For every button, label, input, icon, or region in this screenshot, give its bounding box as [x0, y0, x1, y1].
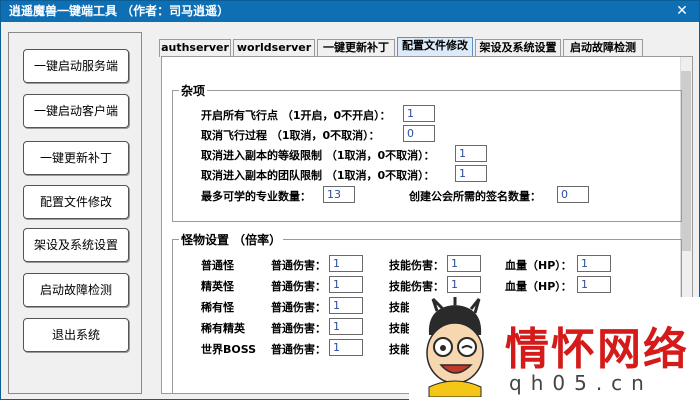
title-bar: 逍遥魔兽一键端工具 （作者：司马逍遥） ✕ — [1, 1, 699, 22]
monster-name: 世界BOSS — [201, 343, 257, 356]
profession-count-input[interactable]: 13 — [323, 186, 355, 203]
misc-group: 杂项 开启所有飞行点 （1开启，0不开启）： 1 取消飞行过程 （1取消，0不取… — [172, 82, 682, 222]
scrollbar-thumb[interactable] — [681, 71, 691, 251]
normal-damage-input[interactable]: 1 — [329, 339, 363, 356]
watermark-logo: 情怀网络 qh05.cn — [409, 297, 700, 401]
guild-signatures-label: 创建公会所需的签名数量： — [409, 190, 541, 203]
normal-damage-label: 普通伤害： — [271, 343, 326, 356]
watermark-url: qh05.cn — [509, 371, 653, 395]
dungeon-level-input[interactable]: 1 — [455, 145, 487, 162]
misc-label-flight-points: 开启所有飞行点 （1开启，0不开启）： — [201, 109, 391, 122]
hp-input[interactable]: 1 — [577, 255, 611, 272]
fault-detect-button[interactable]: 启动故障检测 — [23, 273, 129, 307]
monster-name: 普通怪 — [201, 259, 234, 272]
tab-fault-detect[interactable]: 启动故障检测 — [563, 39, 643, 57]
tab-setup-settings[interactable]: 架设及系统设置 — [475, 39, 561, 57]
normal-damage-input[interactable]: 1 — [329, 276, 363, 293]
tab-authserver[interactable]: authserver — [159, 39, 231, 57]
misc-group-title: 杂项 — [179, 82, 208, 99]
skip-flight-input[interactable]: 0 — [403, 125, 435, 142]
config-edit-button[interactable]: 配置文件修改 — [23, 185, 129, 219]
mascot-face-icon — [426, 297, 484, 397]
hp-label: 血量（HP）： — [505, 259, 572, 272]
normal-damage-input[interactable]: 1 — [329, 297, 363, 314]
exit-button[interactable]: 退出系统 — [23, 318, 129, 352]
skill-damage-input[interactable]: 1 — [447, 276, 481, 293]
skill-damage-label: 技能伤害： — [389, 259, 444, 272]
misc-label-dungeon-level: 取消进入副本的等级限制 （1取消，0不取消）： — [201, 149, 435, 162]
normal-damage-label: 普通伤害： — [271, 259, 326, 272]
update-patch-button[interactable]: 一键更新补丁 — [23, 141, 129, 175]
misc-label-skip-flight: 取消飞行过程 （1取消，0不取消）： — [201, 129, 380, 142]
hp-label: 血量（HP）： — [505, 280, 572, 293]
hp-input[interactable]: 1 — [577, 276, 611, 293]
misc-label-dungeon-raid: 取消进入副本的团队限制 （1取消，0不取消）： — [201, 169, 435, 182]
window-title: 逍遥魔兽一键端工具 （作者：司马逍遥） — [9, 4, 230, 18]
tab-update-patch[interactable]: 一键更新补丁 — [317, 39, 395, 57]
app-window: 逍遥魔兽一键端工具 （作者：司马逍遥） ✕ 一键启动服务端 一键启动客户端 一键… — [0, 0, 700, 401]
normal-damage-label: 普通伤害： — [271, 322, 326, 335]
close-icon[interactable]: ✕ — [665, 1, 699, 22]
flight-points-input[interactable]: 1 — [403, 105, 435, 122]
skill-damage-label: 技能伤害： — [389, 280, 444, 293]
monster-name: 精英怪 — [201, 280, 234, 293]
start-server-button[interactable]: 一键启动服务端 — [23, 49, 129, 83]
normal-damage-label: 普通伤害： — [271, 301, 326, 314]
monster-name: 稀有精英 — [201, 322, 245, 335]
profession-count-label: 最多可学的专业数量： — [201, 190, 311, 203]
monster-group-title: 怪物设置 （倍率） — [179, 231, 284, 248]
normal-damage-input[interactable]: 1 — [329, 255, 363, 272]
normal-damage-label: 普通伤害： — [271, 280, 326, 293]
dungeon-raid-input[interactable]: 1 — [455, 165, 487, 182]
monster-name: 稀有怪 — [201, 301, 234, 314]
guild-signatures-input[interactable]: 0 — [557, 186, 589, 203]
tab-worldserver[interactable]: worldserver — [233, 39, 315, 57]
start-client-button[interactable]: 一键启动客户端 — [23, 94, 129, 128]
setup-settings-button[interactable]: 架设及系统设置 — [23, 228, 129, 262]
tab-config-edit[interactable]: 配置文件修改 — [397, 37, 473, 57]
skill-damage-input[interactable]: 1 — [447, 255, 481, 272]
normal-damage-input[interactable]: 1 — [329, 318, 363, 335]
sidebar-panel: 一键启动服务端 一键启动客户端 一键更新补丁 配置文件修改 架设及系统设置 启动… — [8, 32, 142, 394]
watermark-text: 情怀网络 — [505, 324, 689, 375]
